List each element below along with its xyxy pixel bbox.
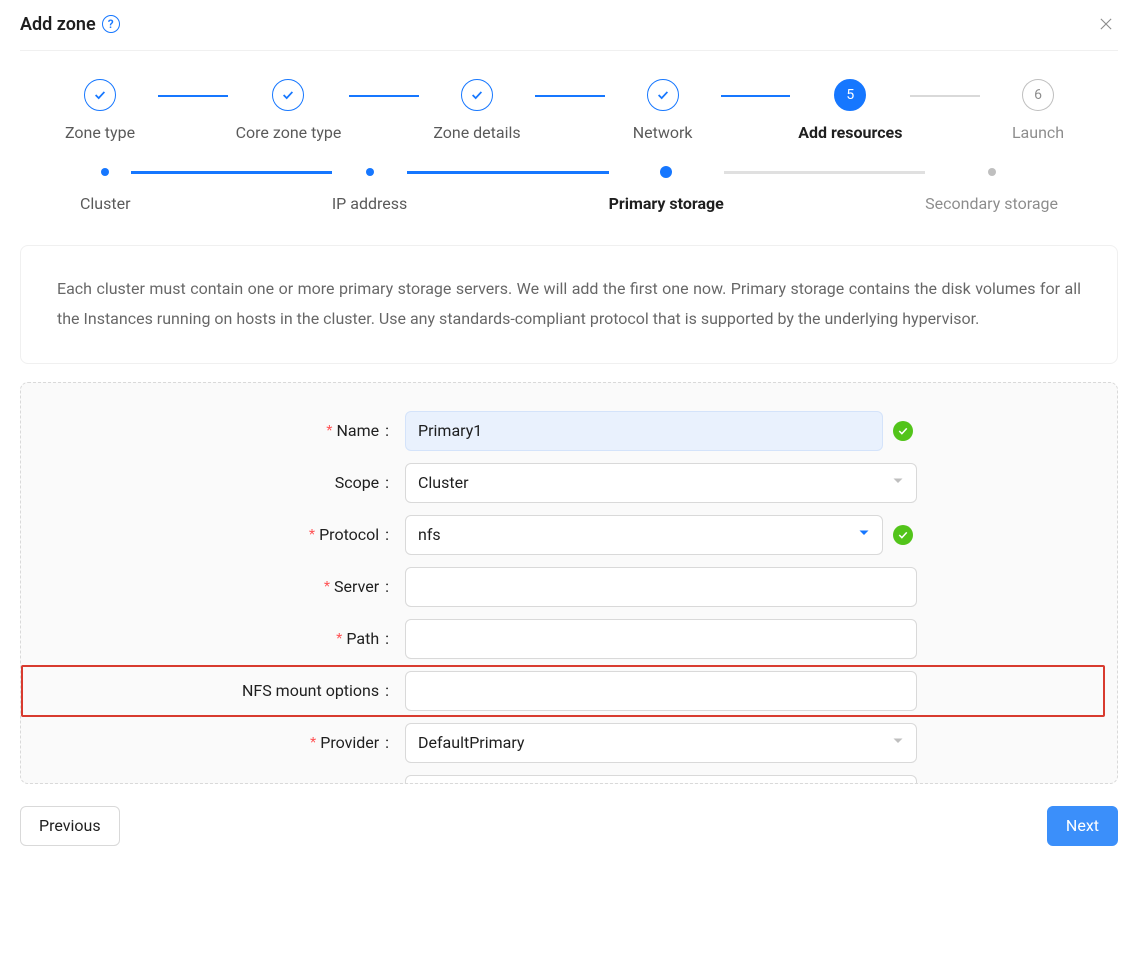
step-zone-type[interactable]: Zone type xyxy=(50,79,150,142)
substep-label: Cluster xyxy=(80,194,131,213)
select-value: Cluster xyxy=(418,473,469,492)
check-icon xyxy=(84,79,116,111)
step-label: Core zone type xyxy=(236,123,342,142)
substep-label: Primary storage xyxy=(609,194,724,213)
chevron-down-icon xyxy=(892,475,904,490)
row-storage-tags: Storage tags xyxy=(21,769,1105,783)
check-icon xyxy=(272,79,304,111)
control-wrap xyxy=(405,619,917,659)
check-icon xyxy=(647,79,679,111)
label-protocol: *Protocol xyxy=(21,525,391,545)
step-connector xyxy=(349,95,419,97)
substep-label: IP address xyxy=(332,194,407,213)
provider-select[interactable]: DefaultPrimary xyxy=(405,723,917,763)
label-path: *Path xyxy=(21,629,391,649)
previous-button[interactable]: Previous xyxy=(20,806,120,846)
step-connector xyxy=(535,95,605,97)
step-launch[interactable]: 6 Launch xyxy=(988,79,1088,142)
step-label: Zone type xyxy=(65,123,135,142)
chevron-down-icon xyxy=(858,527,870,542)
step-add-resources[interactable]: 5 Add resources xyxy=(798,79,902,142)
name-input[interactable] xyxy=(405,411,883,451)
scope-select[interactable]: Cluster xyxy=(405,463,917,503)
row-protocol: *Protocol nfs xyxy=(21,509,1105,561)
row-path: *Path xyxy=(21,613,1105,665)
add-zone-modal: Add zone ? Zone type Core zone type Zone xyxy=(0,0,1138,870)
row-nfs-mount-options: NFS mount options xyxy=(21,665,1105,717)
control-wrap xyxy=(405,567,917,607)
substep-connector xyxy=(131,171,332,174)
step-number: 5 xyxy=(834,79,866,111)
modal-title-wrap: Add zone ? xyxy=(20,14,120,35)
substep-connector xyxy=(407,171,608,174)
control-wrap xyxy=(405,775,917,783)
step-connector xyxy=(910,95,980,97)
step-label: Network xyxy=(633,123,693,142)
control-wrap: nfs xyxy=(405,515,917,555)
protocol-select[interactable]: nfs xyxy=(405,515,883,555)
substep-connector xyxy=(724,171,925,174)
wizard-steps-sub: Cluster IP address Primary storage Secon… xyxy=(20,142,1118,213)
path-input[interactable] xyxy=(405,619,917,659)
step-label: Zone details xyxy=(433,123,520,142)
step-network[interactable]: Network xyxy=(613,79,713,142)
storage-tags-input[interactable] xyxy=(405,775,917,783)
step-connector xyxy=(158,95,228,97)
step-label: Launch xyxy=(1012,123,1064,142)
row-name: *Name xyxy=(21,405,1105,457)
substep-secondary-storage[interactable]: Secondary storage xyxy=(925,168,1058,213)
label-provider: *Provider xyxy=(21,733,391,753)
description-box: Each cluster must contain one or more pr… xyxy=(20,245,1118,364)
control-wrap xyxy=(405,411,917,451)
nfs-mount-options-input[interactable] xyxy=(405,671,917,711)
form-panel: *Name Scope Cluster xyxy=(20,382,1118,784)
close-icon[interactable] xyxy=(1094,12,1118,36)
chevron-down-icon xyxy=(892,735,904,750)
dot-icon xyxy=(101,168,109,176)
label-name: *Name xyxy=(21,421,391,441)
dot-icon xyxy=(988,168,996,176)
valid-check-icon xyxy=(893,525,913,545)
row-scope: Scope Cluster xyxy=(21,457,1105,509)
control-wrap xyxy=(405,671,917,711)
substep-ip-address[interactable]: IP address xyxy=(332,168,407,213)
label-server: *Server xyxy=(21,577,391,597)
control-wrap: Cluster xyxy=(405,463,917,503)
form-scroll-area[interactable]: *Name Scope Cluster xyxy=(21,383,1117,783)
label-nfs-mount-options: NFS mount options xyxy=(21,681,391,700)
dot-icon xyxy=(660,166,672,178)
substep-label: Secondary storage xyxy=(925,194,1058,213)
substep-cluster[interactable]: Cluster xyxy=(80,168,131,213)
select-value: nfs xyxy=(418,525,441,544)
step-zone-details[interactable]: Zone details xyxy=(427,79,527,142)
select-value: DefaultPrimary xyxy=(418,733,524,752)
control-wrap: DefaultPrimary xyxy=(405,723,917,763)
dot-icon xyxy=(366,168,374,176)
row-server: *Server xyxy=(21,561,1105,613)
modal-title: Add zone xyxy=(20,14,96,35)
modal-header: Add zone ? xyxy=(20,12,1118,51)
step-core-zone-type[interactable]: Core zone type xyxy=(236,79,342,142)
substep-primary-storage[interactable]: Primary storage xyxy=(609,168,724,213)
wizard-steps-main: Zone type Core zone type Zone details Ne… xyxy=(20,51,1118,142)
check-icon xyxy=(461,79,493,111)
step-label: Add resources xyxy=(798,123,902,142)
step-connector xyxy=(721,95,791,97)
step-number: 6 xyxy=(1022,79,1054,111)
row-provider: *Provider DefaultPrimary xyxy=(21,717,1105,769)
label-scope: Scope xyxy=(21,473,391,492)
valid-check-icon xyxy=(893,421,913,441)
server-input[interactable] xyxy=(405,567,917,607)
help-icon[interactable]: ? xyxy=(102,15,120,33)
next-button[interactable]: Next xyxy=(1047,806,1118,846)
modal-footer: Previous Next xyxy=(20,806,1118,846)
